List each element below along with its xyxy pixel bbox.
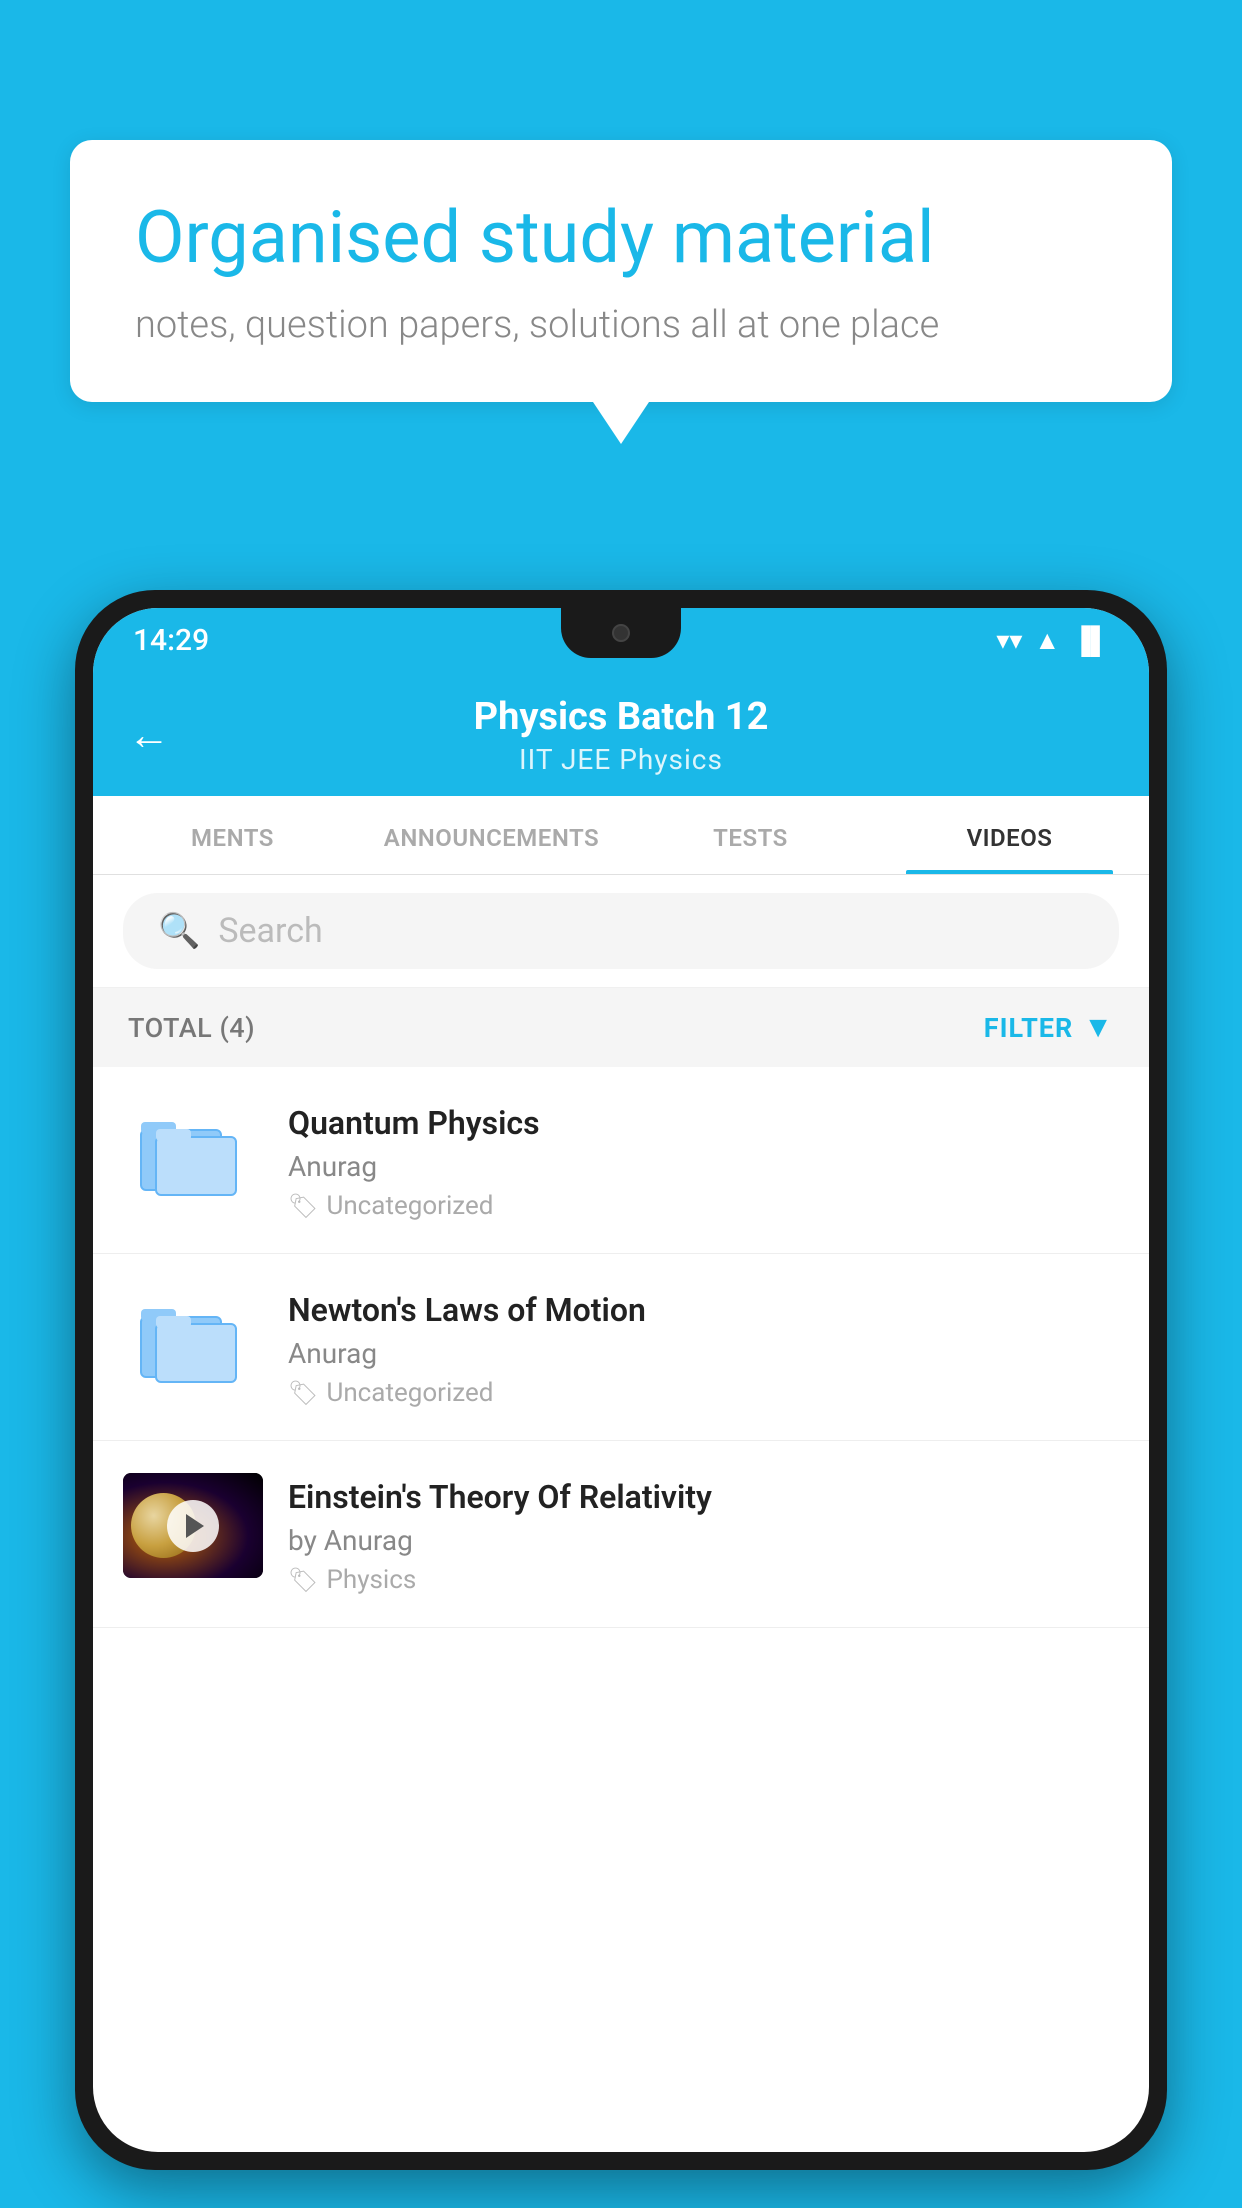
phone-mockup: 14:29 ▾▾ ▲ ▐▌ ← Physics Batch 12 IIT JEE…: [75, 590, 1167, 2208]
video-info-einstein: Einstein's Theory Of Relativity by Anura…: [288, 1473, 1119, 1595]
tab-announcements[interactable]: ANNOUNCEMENTS: [362, 796, 621, 874]
header-text: Physics Batch 12 IIT JEE Physics: [474, 695, 769, 776]
tab-tests[interactable]: TESTS: [621, 796, 880, 874]
header-subtitle: IIT JEE Physics: [474, 743, 769, 776]
search-container: 🔍 Search: [93, 875, 1149, 988]
tag-icon: 🏷: [288, 1379, 318, 1407]
video-info-newton: Newton's Laws of Motion Anurag 🏷 Uncateg…: [288, 1286, 1119, 1408]
video-title: Newton's Laws of Motion: [288, 1291, 1119, 1329]
video-info-quantum: Quantum Physics Anurag 🏷 Uncategorized: [288, 1099, 1119, 1221]
list-item[interactable]: Newton's Laws of Motion Anurag 🏷 Uncateg…: [93, 1254, 1149, 1441]
tag-icon: 🏷: [288, 1566, 318, 1594]
list-item[interactable]: Quantum Physics Anurag 🏷 Uncategorized: [93, 1067, 1149, 1254]
filter-row: TOTAL (4) FILTER ▼: [93, 988, 1149, 1067]
filter-button[interactable]: FILTER ▼: [984, 1010, 1114, 1045]
back-button[interactable]: ←: [128, 711, 170, 760]
hero-subtitle: notes, question papers, solutions all at…: [135, 303, 1107, 347]
video-author: by Anurag: [288, 1524, 1119, 1557]
wifi-icon: ▾▾: [996, 626, 1022, 656]
status-time: 14:29: [133, 623, 209, 658]
speech-bubble: Organised study material notes, question…: [70, 140, 1172, 402]
battery-icon: ▐▌: [1072, 625, 1109, 656]
camera-dot: [612, 624, 630, 642]
video-author: Anurag: [288, 1337, 1119, 1370]
filter-funnel-icon: ▼: [1083, 1010, 1114, 1045]
video-list: Quantum Physics Anurag 🏷 Uncategorized: [93, 1067, 1149, 1628]
header-title: Physics Batch 12: [474, 695, 769, 739]
list-item[interactable]: Einstein's Theory Of Relativity by Anura…: [93, 1441, 1149, 1628]
play-button[interactable]: [167, 1500, 219, 1552]
phone-screen: 14:29 ▾▾ ▲ ▐▌ ← Physics Batch 12 IIT JEE…: [93, 608, 1149, 2152]
search-icon: 🔍: [158, 911, 200, 951]
app-header: ← Physics Batch 12 IIT JEE Physics: [93, 673, 1149, 796]
status-bar: 14:29 ▾▾ ▲ ▐▌: [93, 608, 1149, 673]
total-count: TOTAL (4): [128, 1012, 255, 1044]
video-thumbnail-einstein[interactable]: [123, 1473, 263, 1578]
play-triangle-icon: [186, 1514, 204, 1538]
phone-body: 14:29 ▾▾ ▲ ▐▌ ← Physics Batch 12 IIT JEE…: [75, 590, 1167, 2170]
tag-icon: 🏷: [288, 1192, 318, 1220]
tab-videos[interactable]: VIDEOS: [880, 796, 1139, 874]
video-tag: 🏷 Uncategorized: [288, 1378, 1119, 1408]
search-placeholder: Search: [218, 911, 322, 951]
video-title: Einstein's Theory Of Relativity: [288, 1478, 1119, 1516]
video-title: Quantum Physics: [288, 1104, 1119, 1142]
notch: [561, 608, 681, 658]
signal-icon: ▲: [1034, 625, 1060, 656]
folder-icon-quantum: [123, 1099, 263, 1204]
hero-section: Organised study material notes, question…: [70, 140, 1172, 402]
video-tag: 🏷 Uncategorized: [288, 1191, 1119, 1221]
tab-bar: MENTS ANNOUNCEMENTS TESTS VIDEOS: [93, 796, 1149, 875]
folder-icon-newton: [123, 1286, 263, 1391]
status-icons: ▾▾ ▲ ▐▌: [996, 625, 1109, 656]
search-bar[interactable]: 🔍 Search: [123, 893, 1119, 969]
tab-ments[interactable]: MENTS: [103, 796, 362, 874]
filter-label: FILTER: [984, 1012, 1074, 1044]
video-tag: 🏷 Physics: [288, 1565, 1119, 1595]
video-author: Anurag: [288, 1150, 1119, 1183]
hero-title: Organised study material: [135, 195, 1107, 281]
